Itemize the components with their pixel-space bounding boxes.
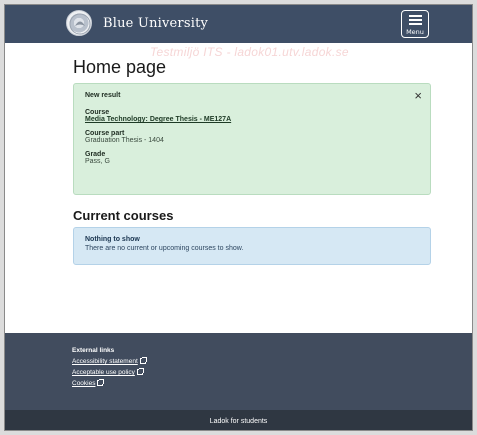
page-title: Home page [73,57,167,77]
link-label: Accessibility statement [72,358,138,365]
brand-name[interactable]: Blue University [103,16,208,31]
menu-button[interactable]: Menu [401,10,429,38]
course-link[interactable]: Media Technology: Degree Thesis - ME127A [85,116,419,123]
close-icon[interactable]: × [414,88,422,103]
course-part-value: Graduation Thesis - 1404 [85,137,164,144]
info-text: There are no current or upcoming courses… [85,245,244,252]
bottom-bar-text: Ladok for students [209,418,268,425]
grade-label: Grade [85,151,106,158]
environment-watermark: Testmiljö ITS - ladok01.utv.ladok.se [150,45,349,59]
course-part-label: Course part [85,130,125,137]
external-link-icon [139,357,147,364]
info-title: Nothing to show [85,236,140,243]
menu-button-label: Menu [406,28,424,36]
bottom-bar: Ladok for students [5,410,472,430]
cookies-link[interactable]: Cookies [72,379,472,387]
grade-value: Pass, G [85,158,110,165]
alert-heading: New result [85,92,121,99]
external-link-icon [136,368,144,375]
university-logo-icon[interactable] [66,10,92,36]
acceptable-use-policy-link[interactable]: Acceptable use policy [72,368,472,376]
hamburger-icon [409,15,422,27]
footer: External links Accessibility statement A… [5,333,472,410]
browser-viewport: Blue University Menu Testmiljö ITS - lad… [4,4,473,431]
accessibility-statement-link[interactable]: Accessibility statement [72,357,472,365]
current-courses-title: Current courses [73,208,174,223]
course-label: Course [85,109,110,116]
link-label: Acceptable use policy [72,369,135,376]
no-courses-info-box: Nothing to show There are no current or … [73,227,431,265]
external-links-heading: External links [72,347,115,354]
external-link-icon [97,379,105,386]
top-navigation-bar: Blue University Menu [5,5,472,43]
new-result-alert: × New result Course Media Technology: De… [73,83,431,195]
link-label: Cookies [72,380,96,387]
